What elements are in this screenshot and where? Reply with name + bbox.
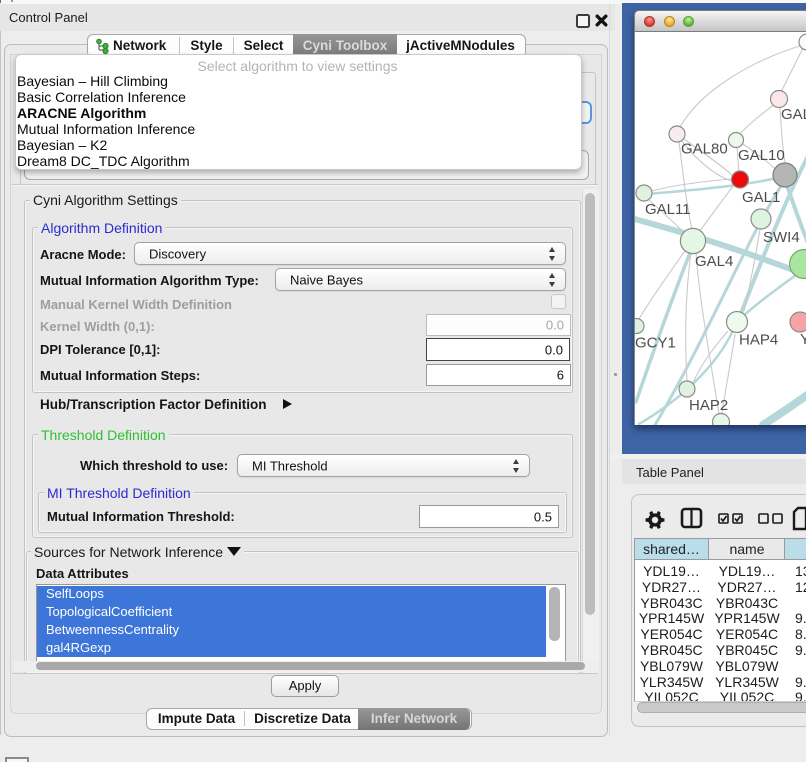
svg-text:HAP4: HAP4 [739, 332, 778, 349]
svg-text:GAL11: GAL11 [645, 201, 691, 218]
svg-text:Y: Y [800, 331, 806, 348]
svg-text:GAL4: GAL4 [695, 253, 733, 270]
svg-text:SWI4: SWI4 [763, 229, 800, 246]
svg-text:GCY1: GCY1 [635, 335, 676, 352]
svg-text:GAL1: GAL1 [742, 189, 780, 206]
svg-text:HAP2: HAP2 [689, 397, 728, 414]
svg-text:GAL80: GAL80 [681, 141, 728, 158]
svg-text:GAL10: GAL10 [738, 147, 785, 164]
svg-text:GAL: GAL [781, 106, 806, 123]
